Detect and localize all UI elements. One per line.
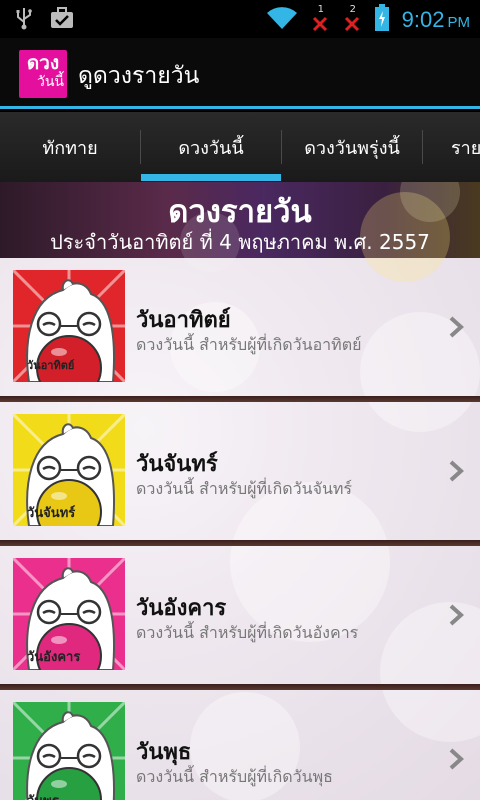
day-character-image: วันอังคาร (13, 558, 125, 670)
clock-time: 9:02 (401, 7, 445, 32)
list-item[interactable]: วันพุธ วันพุธ ดวงวันนี้ สำหรับผู้ที่เกิด… (0, 690, 480, 800)
briefcase-icon (50, 7, 74, 33)
chevron-right-icon (449, 748, 464, 770)
tab-selected-indicator (141, 174, 281, 181)
tab-more[interactable]: ราย (423, 112, 480, 182)
day-badge-label: วันอาทิตย์ (27, 359, 75, 372)
logo-line-2: วันนี้ (36, 74, 64, 90)
tab-greeting[interactable]: ทักทาย (0, 112, 140, 182)
banner-subtitle: ประจำวันอาทิตย์ ที่ 4 พฤษภาคม พ.ศ. 2557 (50, 230, 430, 254)
app-title: ดูดวงรายวัน (78, 63, 200, 89)
app-bar-divider (0, 106, 480, 109)
list-item[interactable]: วันจันทร์ วันจันทร์ ดวงวันนี้ สำหรับผู้ท… (0, 402, 480, 540)
day-character-image: วันพุธ (13, 702, 125, 800)
tab-label: ราย (451, 137, 480, 159)
tab-label: ดวงวันนี้ (178, 137, 244, 159)
day-badge-label: วันพุธ (27, 790, 60, 800)
item-title: วันพุธ (136, 740, 192, 765)
battery-icon (374, 4, 390, 36)
tab-label: ดวงวันพรุ่งนี้ (304, 137, 400, 159)
item-subtitle: ดวงวันนี้ สำหรับผู้ที่เกิดวันอาทิตย์ (136, 335, 362, 354)
item-subtitle: ดวงวันนี้ สำหรับผู้ที่เกิดวันจันทร์ (136, 479, 353, 498)
chevron-right-icon (449, 460, 464, 482)
chevron-right-icon (449, 604, 464, 626)
item-subtitle: ดวงวันนี้ สำหรับผู้ที่เกิดวันอังคาร (136, 623, 359, 642)
item-title: วันจันทร์ (136, 452, 218, 477)
tab-today[interactable]: ดวงวันนี้ (141, 112, 281, 182)
usb-icon (14, 6, 34, 34)
item-title: วันอังคาร (136, 596, 227, 621)
clock-ampm: PM (447, 14, 471, 31)
item-title: วันอาทิตย์ (136, 308, 231, 333)
tab-tomorrow[interactable]: ดวงวันพรุ่งนี้ (282, 112, 422, 182)
day-badge-label: วันจันทร์ (27, 506, 76, 521)
tab-label: ทักทาย (42, 137, 98, 159)
day-character-image: วันจันทร์ (13, 414, 125, 526)
day-character-image: วันอาทิตย์ (13, 270, 125, 382)
app-logo[interactable]: ดวง วันนี้ (19, 50, 67, 98)
tab-bar: ทักทาย ดวงวันนี้ ดวงวันพรุ่งนี้ ราย (0, 112, 480, 182)
notification-2-icon: 2 (342, 4, 362, 34)
chevron-right-icon (449, 316, 464, 338)
list-item[interactable]: วันอาทิตย์ วันอาทิตย์ ดวงวันนี้ สำหรับผู… (0, 258, 480, 396)
item-subtitle: ดวงวันนี้ สำหรับผู้ที่เกิดวันพุธ (136, 767, 333, 786)
logo-line-1: ดวง (26, 52, 60, 74)
content-list[interactable]: ดวงรายวัน ประจำวันอาทิตย์ ที่ 4 พฤษภาคม … (0, 182, 480, 800)
status-bar: 1 2 9:02 PM (0, 0, 480, 38)
header-banner: ดวงรายวัน ประจำวันอาทิตย์ ที่ 4 พฤษภาคม … (0, 182, 480, 282)
wifi-icon (266, 6, 298, 34)
app-bar: ดวง วันนี้ ดูดวงรายวัน (0, 38, 480, 108)
clock: 9:02 PM (402, 7, 470, 33)
day-badge-label: วันอังคาร (27, 650, 81, 665)
list-item[interactable]: วันอังคาร วันอังคาร ดวงวันนี้ สำหรับผู้ท… (0, 546, 480, 684)
notification-1-icon: 1 (310, 4, 330, 34)
